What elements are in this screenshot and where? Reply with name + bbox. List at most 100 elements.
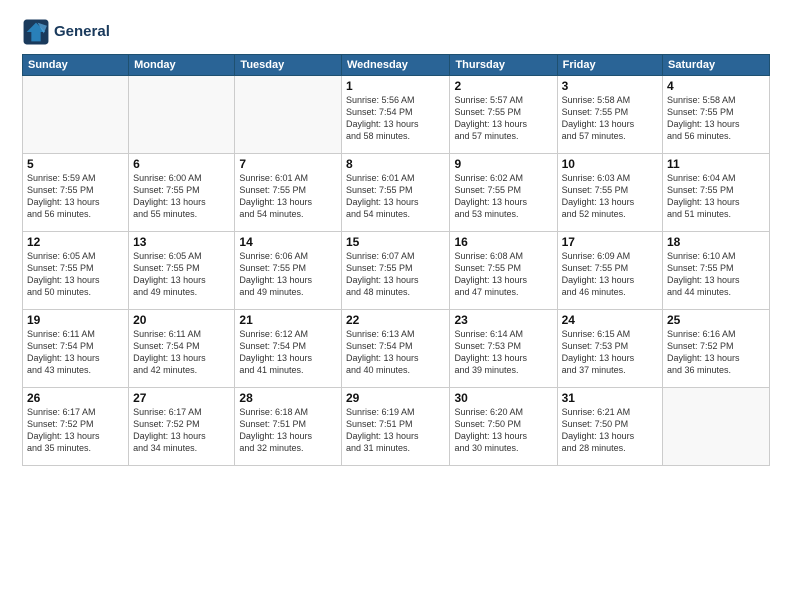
- day-info: Sunrise: 6:13 AM Sunset: 7:54 PM Dayligh…: [346, 328, 445, 377]
- day-number: 16: [454, 235, 552, 249]
- day-info: Sunrise: 6:17 AM Sunset: 7:52 PM Dayligh…: [27, 406, 124, 455]
- day-info: Sunrise: 5:57 AM Sunset: 7:55 PM Dayligh…: [454, 94, 552, 143]
- calendar-cell: 4Sunrise: 5:58 AM Sunset: 7:55 PM Daylig…: [663, 76, 770, 154]
- calendar-cell: 27Sunrise: 6:17 AM Sunset: 7:52 PM Dayli…: [129, 388, 235, 466]
- day-info: Sunrise: 6:18 AM Sunset: 7:51 PM Dayligh…: [239, 406, 337, 455]
- day-info: Sunrise: 6:15 AM Sunset: 7:53 PM Dayligh…: [562, 328, 658, 377]
- day-number: 11: [667, 157, 765, 171]
- day-number: 7: [239, 157, 337, 171]
- day-number: 31: [562, 391, 658, 405]
- day-info: Sunrise: 6:05 AM Sunset: 7:55 PM Dayligh…: [27, 250, 124, 299]
- day-info: Sunrise: 6:00 AM Sunset: 7:55 PM Dayligh…: [133, 172, 230, 221]
- day-number: 28: [239, 391, 337, 405]
- calendar-week-3: 12Sunrise: 6:05 AM Sunset: 7:55 PM Dayli…: [23, 232, 770, 310]
- calendar-cell: 19Sunrise: 6:11 AM Sunset: 7:54 PM Dayli…: [23, 310, 129, 388]
- day-number: 5: [27, 157, 124, 171]
- day-number: 3: [562, 79, 658, 93]
- day-info: Sunrise: 6:14 AM Sunset: 7:53 PM Dayligh…: [454, 328, 552, 377]
- calendar-week-2: 5Sunrise: 5:59 AM Sunset: 7:55 PM Daylig…: [23, 154, 770, 232]
- weekday-header-tuesday: Tuesday: [235, 55, 342, 76]
- logo-text: General: [54, 24, 110, 41]
- calendar-cell: 13Sunrise: 6:05 AM Sunset: 7:55 PM Dayli…: [129, 232, 235, 310]
- day-number: 6: [133, 157, 230, 171]
- day-info: Sunrise: 6:04 AM Sunset: 7:55 PM Dayligh…: [667, 172, 765, 221]
- day-number: 12: [27, 235, 124, 249]
- calendar-cell: 15Sunrise: 6:07 AM Sunset: 7:55 PM Dayli…: [341, 232, 449, 310]
- calendar-cell: 18Sunrise: 6:10 AM Sunset: 7:55 PM Dayli…: [663, 232, 770, 310]
- weekday-header-thursday: Thursday: [450, 55, 557, 76]
- header-area: General: [22, 18, 770, 46]
- day-number: 23: [454, 313, 552, 327]
- calendar-cell: [235, 76, 342, 154]
- day-info: Sunrise: 6:01 AM Sunset: 7:55 PM Dayligh…: [346, 172, 445, 221]
- calendar-cell: 29Sunrise: 6:19 AM Sunset: 7:51 PM Dayli…: [341, 388, 449, 466]
- day-info: Sunrise: 6:06 AM Sunset: 7:55 PM Dayligh…: [239, 250, 337, 299]
- calendar-cell: 26Sunrise: 6:17 AM Sunset: 7:52 PM Dayli…: [23, 388, 129, 466]
- day-number: 20: [133, 313, 230, 327]
- day-number: 1: [346, 79, 445, 93]
- day-number: 2: [454, 79, 552, 93]
- day-info: Sunrise: 5:56 AM Sunset: 7:54 PM Dayligh…: [346, 94, 445, 143]
- calendar-cell: 23Sunrise: 6:14 AM Sunset: 7:53 PM Dayli…: [450, 310, 557, 388]
- day-number: 15: [346, 235, 445, 249]
- calendar-cell: 25Sunrise: 6:16 AM Sunset: 7:52 PM Dayli…: [663, 310, 770, 388]
- weekday-header-monday: Monday: [129, 55, 235, 76]
- calendar-week-1: 1Sunrise: 5:56 AM Sunset: 7:54 PM Daylig…: [23, 76, 770, 154]
- calendar-cell: 17Sunrise: 6:09 AM Sunset: 7:55 PM Dayli…: [557, 232, 662, 310]
- day-number: 9: [454, 157, 552, 171]
- weekday-header-sunday: Sunday: [23, 55, 129, 76]
- day-info: Sunrise: 6:16 AM Sunset: 7:52 PM Dayligh…: [667, 328, 765, 377]
- calendar-cell: 30Sunrise: 6:20 AM Sunset: 7:50 PM Dayli…: [450, 388, 557, 466]
- day-info: Sunrise: 5:59 AM Sunset: 7:55 PM Dayligh…: [27, 172, 124, 221]
- weekday-header-wednesday: Wednesday: [341, 55, 449, 76]
- day-number: 10: [562, 157, 658, 171]
- calendar-cell: 31Sunrise: 6:21 AM Sunset: 7:50 PM Dayli…: [557, 388, 662, 466]
- weekday-header-saturday: Saturday: [663, 55, 770, 76]
- calendar-cell: 8Sunrise: 6:01 AM Sunset: 7:55 PM Daylig…: [341, 154, 449, 232]
- calendar-cell: [663, 388, 770, 466]
- day-number: 21: [239, 313, 337, 327]
- day-info: Sunrise: 6:09 AM Sunset: 7:55 PM Dayligh…: [562, 250, 658, 299]
- day-info: Sunrise: 6:12 AM Sunset: 7:54 PM Dayligh…: [239, 328, 337, 377]
- calendar-cell: 6Sunrise: 6:00 AM Sunset: 7:55 PM Daylig…: [129, 154, 235, 232]
- calendar-cell: 12Sunrise: 6:05 AM Sunset: 7:55 PM Dayli…: [23, 232, 129, 310]
- day-info: Sunrise: 6:10 AM Sunset: 7:55 PM Dayligh…: [667, 250, 765, 299]
- page: General SundayMondayTuesdayWednesdayThur…: [0, 0, 792, 612]
- day-number: 25: [667, 313, 765, 327]
- day-info: Sunrise: 5:58 AM Sunset: 7:55 PM Dayligh…: [667, 94, 765, 143]
- day-info: Sunrise: 6:11 AM Sunset: 7:54 PM Dayligh…: [27, 328, 124, 377]
- calendar-cell: 7Sunrise: 6:01 AM Sunset: 7:55 PM Daylig…: [235, 154, 342, 232]
- day-number: 22: [346, 313, 445, 327]
- calendar-cell: [129, 76, 235, 154]
- day-number: 17: [562, 235, 658, 249]
- day-number: 4: [667, 79, 765, 93]
- day-info: Sunrise: 6:19 AM Sunset: 7:51 PM Dayligh…: [346, 406, 445, 455]
- calendar-week-4: 19Sunrise: 6:11 AM Sunset: 7:54 PM Dayli…: [23, 310, 770, 388]
- day-number: 19: [27, 313, 124, 327]
- calendar-cell: 5Sunrise: 5:59 AM Sunset: 7:55 PM Daylig…: [23, 154, 129, 232]
- calendar-cell: 1Sunrise: 5:56 AM Sunset: 7:54 PM Daylig…: [341, 76, 449, 154]
- logo-icon: [22, 18, 50, 46]
- calendar-cell: 21Sunrise: 6:12 AM Sunset: 7:54 PM Dayli…: [235, 310, 342, 388]
- logo-area: General: [22, 18, 110, 46]
- calendar-week-5: 26Sunrise: 6:17 AM Sunset: 7:52 PM Dayli…: [23, 388, 770, 466]
- day-info: Sunrise: 6:20 AM Sunset: 7:50 PM Dayligh…: [454, 406, 552, 455]
- calendar-cell: 14Sunrise: 6:06 AM Sunset: 7:55 PM Dayli…: [235, 232, 342, 310]
- calendar-cell: 9Sunrise: 6:02 AM Sunset: 7:55 PM Daylig…: [450, 154, 557, 232]
- day-number: 26: [27, 391, 124, 405]
- weekday-header-row: SundayMondayTuesdayWednesdayThursdayFrid…: [23, 55, 770, 76]
- calendar-cell: 28Sunrise: 6:18 AM Sunset: 7:51 PM Dayli…: [235, 388, 342, 466]
- day-number: 24: [562, 313, 658, 327]
- calendar-cell: 22Sunrise: 6:13 AM Sunset: 7:54 PM Dayli…: [341, 310, 449, 388]
- day-info: Sunrise: 6:01 AM Sunset: 7:55 PM Dayligh…: [239, 172, 337, 221]
- day-number: 14: [239, 235, 337, 249]
- calendar-cell: 20Sunrise: 6:11 AM Sunset: 7:54 PM Dayli…: [129, 310, 235, 388]
- day-number: 27: [133, 391, 230, 405]
- day-info: Sunrise: 6:17 AM Sunset: 7:52 PM Dayligh…: [133, 406, 230, 455]
- day-info: Sunrise: 6:08 AM Sunset: 7:55 PM Dayligh…: [454, 250, 552, 299]
- day-info: Sunrise: 6:05 AM Sunset: 7:55 PM Dayligh…: [133, 250, 230, 299]
- day-info: Sunrise: 5:58 AM Sunset: 7:55 PM Dayligh…: [562, 94, 658, 143]
- day-number: 18: [667, 235, 765, 249]
- day-info: Sunrise: 6:11 AM Sunset: 7:54 PM Dayligh…: [133, 328, 230, 377]
- calendar-cell: 11Sunrise: 6:04 AM Sunset: 7:55 PM Dayli…: [663, 154, 770, 232]
